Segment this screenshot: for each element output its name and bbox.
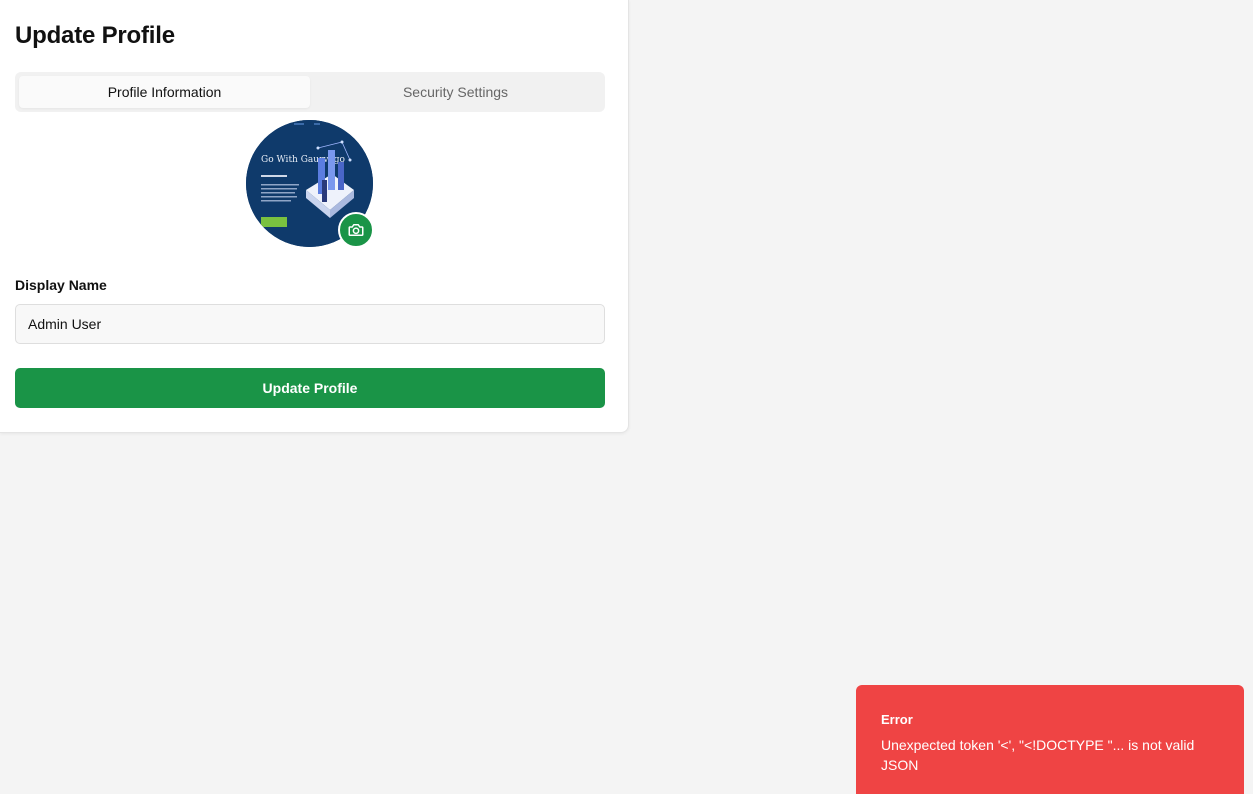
- display-name-label: Display Name: [15, 277, 107, 293]
- avatar-container: Go With Gaurvego: [246, 120, 374, 248]
- toast-message: Unexpected token '<', "<!DOCTYPE "... is…: [881, 737, 1195, 773]
- update-profile-button[interactable]: Update Profile: [15, 368, 605, 408]
- camera-icon: [348, 224, 364, 236]
- tab-list: Profile Information Security Settings: [15, 72, 605, 112]
- tab-security-settings[interactable]: Security Settings: [310, 76, 601, 108]
- change-avatar-button[interactable]: [338, 212, 374, 248]
- profile-card: Update Profile Profile Information Secur…: [0, 0, 629, 433]
- tab-profile-information[interactable]: Profile Information: [19, 76, 310, 108]
- error-toast[interactable]: Error Unexpected token '<', "<!DOCTYPE "…: [856, 685, 1244, 794]
- display-name-input[interactable]: [15, 304, 605, 344]
- page-title: Update Profile: [15, 22, 175, 49]
- toast-title: Error: [881, 712, 913, 727]
